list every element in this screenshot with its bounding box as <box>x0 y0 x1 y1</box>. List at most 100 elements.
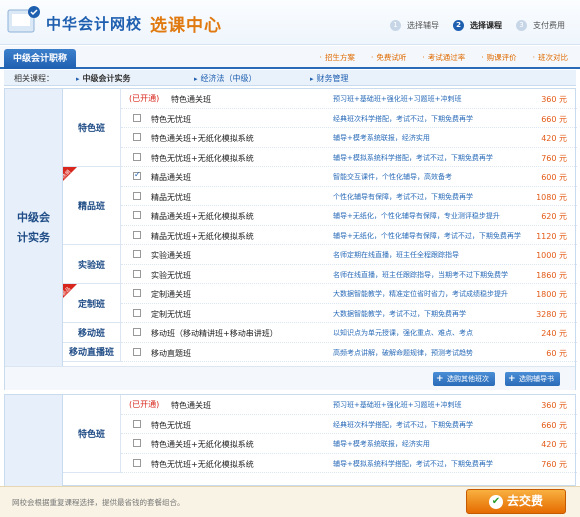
triangle-icon: ▸ <box>310 75 314 83</box>
nav-link-label: 班次对比 <box>538 53 568 62</box>
course-description-link[interactable]: 名师定期在线直播，班主任全程跟踪指导 <box>333 250 459 260</box>
course-row: (已开通) 特色通关班 预习班+基础班+强化班+习题班+冲刺班 360 元 <box>121 395 577 415</box>
course-price: 600 元 <box>541 173 567 182</box>
course-name: 精品通关班+无纸化模拟系统 <box>151 212 254 221</box>
nav-link-compare[interactable]: · 班次对比 <box>533 52 568 63</box>
subject-label: 中级会计实务 <box>17 210 50 244</box>
course-row: 特色无忧班 经典班次科学搭配，考试不过，下期免费再学 660 元 <box>121 415 577 434</box>
hot-ribbon-icon: 热销 <box>63 167 77 181</box>
course-price: 1860 元 <box>536 270 567 280</box>
course-price: 60 元 <box>546 348 567 358</box>
course-checkbox[interactable] <box>133 250 141 258</box>
category-label: 精品班 <box>77 202 105 212</box>
course-description-link[interactable]: 经典班次科学搭配，考试不过，下期免费再学 <box>333 420 473 430</box>
course-row: 精品无忧班 个性化辅导有保障，考试不过，下期免费再学 1080 元 <box>121 187 577 206</box>
button-label: 选购其他班次 <box>447 375 489 383</box>
step-number: 3 <box>516 20 527 31</box>
bullet-icon: · <box>422 53 425 62</box>
nav-link-free-trial[interactable]: · 免费试听 <box>371 52 406 63</box>
course-checkbox[interactable] <box>133 289 141 297</box>
course-checkbox[interactable] <box>133 347 141 356</box>
nav-links: · 招生方案 · 免费试听 · 考试通过率 · 购课评价 · 班次对比 <box>304 52 568 63</box>
nav-bar: 中级会计职称 · 招生方案 · 免费试听 · 考试通过率 · 购课评价 · 班次对比 <box>0 46 580 69</box>
course-name: 实验无忧班 <box>151 270 191 280</box>
course-checkbox[interactable] <box>133 269 141 278</box>
tab-intermediate-accounting[interactable]: 中级会计职称 <box>4 49 76 69</box>
course-description-link[interactable]: 大数据智能教学，考试不过，下期免费再学 <box>333 309 466 319</box>
course-checkbox[interactable] <box>133 152 141 161</box>
course-checkbox[interactable] <box>133 439 141 447</box>
course-name: 移动直题班 <box>151 348 191 358</box>
nav-link-reviews[interactable]: · 购课评价 <box>481 52 516 63</box>
course-description-link[interactable]: 以知识点为单元授课，强化重点、难点、考点 <box>333 328 473 338</box>
course-price: 760 元 <box>541 153 567 163</box>
course-description-link[interactable]: 辅导+模考系统联报，经济实用 <box>333 439 430 449</box>
course-checkbox[interactable] <box>133 170 141 180</box>
checkout-button[interactable]: ✔ 去交费 <box>466 489 566 514</box>
course-description-link[interactable]: 预习班+基础班+强化班+习题班+冲刺班 <box>333 94 461 104</box>
course-description-link[interactable]: 辅导+模拟系统科学搭配，考试不过，下期免费再学 <box>333 153 493 163</box>
site-name[interactable]: 中华会计网校 <box>46 13 142 34</box>
course-row: (已开通) 特色通关班 预习班+基础班+强化班+习题班+冲刺班 360 元 <box>121 89 577 109</box>
course-description-link[interactable]: 辅导+无纸化，个性化辅导有保障，专业测评稳步提升 <box>333 211 500 221</box>
course-link-economic-law[interactable]: ▸ 经济法（中级） <box>194 73 257 84</box>
course-row: 实验无忧班 名师在线直播，班主任跟踪指导，当期考不过下期免费学 1860 元 <box>121 265 577 284</box>
course-checkbox[interactable] <box>133 191 141 200</box>
course-label: 财务管理 <box>316 74 349 83</box>
step-label: 选择辅导 <box>407 21 439 30</box>
progress-steps: 1 选择辅导 2 选择课程 3 支付费用 <box>390 20 579 31</box>
nav-link-admission[interactable]: · 招生方案 <box>320 52 355 63</box>
course-price: 1000 元 <box>536 251 567 260</box>
course-checkbox[interactable] <box>133 230 141 239</box>
course-checkbox[interactable] <box>133 419 141 428</box>
course-description-link[interactable]: 辅导+无纸化，个性化辅导有保障，考试不过，下期免费再学 <box>333 231 521 241</box>
check-icon: ✔ <box>488 495 503 509</box>
course-description-link[interactable]: 智能交互课件，个性化辅导，高效备考 <box>333 172 452 182</box>
category-label: 移动班 <box>77 328 105 339</box>
course-description-link[interactable]: 个性化辅导有保障，考试不过，下期免费再学 <box>333 192 473 202</box>
category-premium: 热销 精品班 <box>63 167 121 245</box>
course-description-link[interactable]: 辅导+模考系统联报，经济实用 <box>333 133 430 143</box>
course-checkbox[interactable] <box>133 113 141 122</box>
course-description-link[interactable]: 经典班次科学搭配，考试不过，下期免费再学 <box>333 114 473 124</box>
course-checkbox[interactable] <box>133 308 141 317</box>
buy-books-button[interactable]: + 选购辅导书 <box>505 372 560 386</box>
bullet-icon: · <box>319 53 322 62</box>
bullet-icon: · <box>481 53 484 62</box>
course-name: 精品通关班 <box>151 173 191 182</box>
category-featured: 特色班 <box>63 395 121 473</box>
step-1: 1 选择辅导 <box>390 20 439 31</box>
course-checkbox[interactable] <box>133 133 141 141</box>
course-description-link[interactable]: 辅导+模拟系统科学搭配，考试不过，下期免费再学 <box>333 459 493 469</box>
course-name: 移动班（移动精讲班+移动串讲班） <box>151 329 278 338</box>
course-checkbox[interactable] <box>133 211 141 219</box>
subject-cell: 中级会计实务 <box>5 89 63 366</box>
buy-other-classes-button[interactable]: + 选购其他班次 <box>433 372 495 386</box>
course-description-link[interactable]: 名师在线直播，班主任跟踪指导，当期考不过下期免费学 <box>333 270 508 280</box>
course-section-accounting-practice: 中级会计实务 特色班 热销 精品班 实验班 新品 定制班 移动班 移动直播班 (… <box>4 88 577 390</box>
course-name: 特色通关班+无纸化模拟系统 <box>151 134 254 143</box>
course-row: 精品通关班+无纸化模拟系统 辅导+无纸化，个性化辅导有保障，专业测评稳步提升 6… <box>121 206 577 226</box>
category-featured: 特色班 <box>63 89 121 167</box>
course-link-financial-management[interactable]: ▸ 财务管理 <box>310 73 349 84</box>
course-row: 特色通关班+无纸化模拟系统 辅导+模考系统联报，经济实用 420 元 <box>121 128 577 148</box>
course-label: 经济法（中级） <box>200 74 257 83</box>
step-label: 支付费用 <box>533 21 565 30</box>
course-row: 特色无忧班 经典班次科学搭配，考试不过，下期免费再学 660 元 <box>121 109 577 128</box>
course-checkbox[interactable] <box>133 328 141 336</box>
course-description-link[interactable]: 高频考点讲解，破解命题规律，预测考试趋势 <box>333 348 473 358</box>
course-description-link[interactable]: 大数据智能教学，精准定位省时省力，考试成绩稳步提升 <box>333 289 508 299</box>
course-row: 移动直题班 高频考点讲解，破解命题规律，预测考试趋势 60 元 <box>121 343 577 362</box>
bullet-icon: · <box>370 53 374 62</box>
category-label: 移动直播班 <box>68 348 114 359</box>
course-price: 3280 元 <box>536 309 567 319</box>
course-name: 特色通关班 <box>171 95 211 104</box>
nav-link-pass-rate[interactable]: · 考试通过率 <box>422 52 465 63</box>
course-description-link[interactable]: 预习班+基础班+强化班+习题班+冲刺班 <box>333 400 461 410</box>
opened-status: (已开通) <box>129 400 160 409</box>
course-checkbox[interactable] <box>133 458 141 467</box>
course-row: 实验通关班 名师定期在线直播，班主任全程跟踪指导 1000 元 <box>121 245 577 265</box>
course-price: 620 元 <box>541 212 567 221</box>
course-link-accounting-practice[interactable]: ▸ 中级会计实务 <box>76 73 131 84</box>
course-price: 760 元 <box>541 459 567 469</box>
